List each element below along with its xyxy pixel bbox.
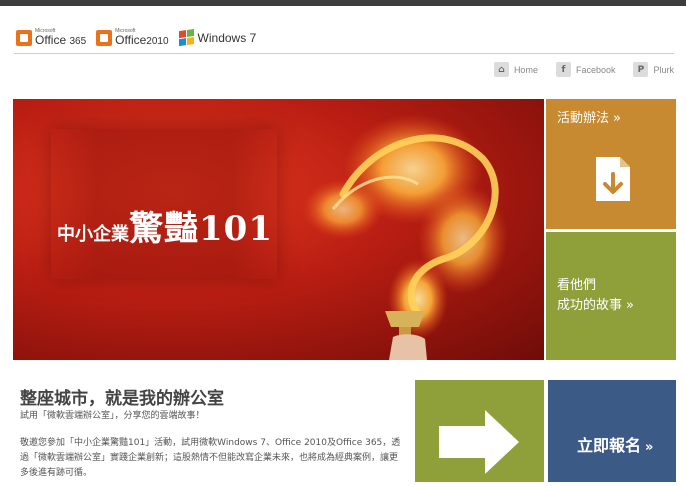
hero-banner[interactable]: 中小企業驚豔101 [13,99,544,360]
nav-home[interactable]: ⌂ Home [493,62,538,77]
nav-home-label: Home [513,64,538,75]
rules-tile[interactable]: 活動辦法» [546,99,676,229]
logo-product: Office2010 [115,33,169,47]
product-logos: Microsoft Office 365 Microsoft Office201… [16,28,256,48]
fire-dragon-illustration [303,114,508,360]
logo-product: Office 365 [35,33,87,47]
arrow-right-icon [439,410,519,474]
page-subheadline: 試用「微軟雲端辦公室」，分享您的雲端故事！ [20,411,205,421]
success-stories-tile[interactable]: 看他們 成功的故事» [546,232,676,360]
download-document-icon [596,157,630,201]
signup-button[interactable]: 立即報名» [548,380,676,482]
nav-plurk-label: Plurk [653,64,674,75]
plurk-icon: P [633,62,649,77]
windows-7-logo[interactable]: Windows 7 [178,29,257,47]
top-bar [0,0,686,6]
office-logo-icon [16,30,32,46]
home-icon: ⌂ [493,62,509,77]
intro-paragraph: 敬邀您參加「中小企業驚豔101」活動，試用微軟Windows 7、Office … [20,438,401,478]
header-divider [14,53,674,54]
windows-logo-icon [178,29,195,47]
chevron-right-icon: » [626,298,634,313]
arrow-tile[interactable] [415,380,544,482]
facebook-icon: f [555,62,571,77]
office-logo-icon [96,30,113,46]
chevron-right-icon: » [645,440,654,455]
rules-tile-label: 活動辦法» [557,111,621,126]
chevron-right-icon: » [613,111,621,126]
nav-facebook[interactable]: f Facebook [555,62,616,77]
logo-product: Windows 7 [197,31,257,45]
page-headline: 整座城市，就是我的辦公室 [20,389,224,409]
stories-tile-label: 看他們 成功的故事» [557,278,634,313]
signup-label: 立即報名» [577,436,654,455]
office-2010-logo[interactable]: Microsoft Office2010 [96,29,169,47]
office-365-logo[interactable]: Microsoft Office 365 [16,29,86,47]
top-nav: ⌂ Home f Facebook P Plurk [493,62,674,77]
nav-plurk[interactable]: P Plurk [633,62,674,77]
nav-facebook-label: Facebook [575,64,616,75]
